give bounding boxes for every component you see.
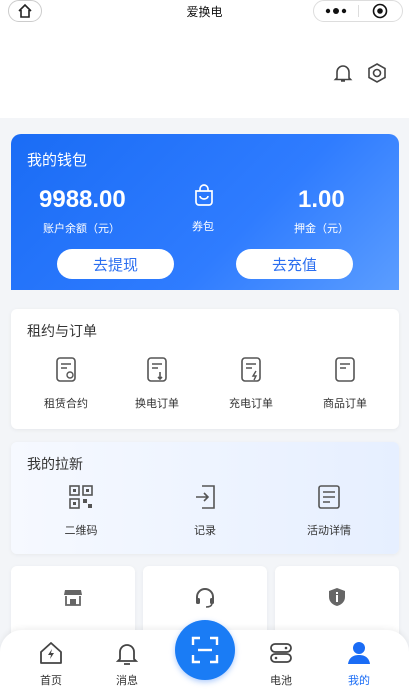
grid-item-activity-detail[interactable]: 活动详情 (284, 482, 374, 538)
grid-item-label: 活动详情 (307, 524, 351, 537)
grid-item-swap-order[interactable]: 换电订单 (112, 355, 202, 411)
tab-label: 消息 (116, 674, 138, 687)
grid-item-label: 二维码 (64, 524, 98, 537)
charge-order-icon (241, 357, 261, 382)
scan-icon (191, 636, 219, 664)
tab-label: 我的 (348, 674, 370, 687)
deposit-value[interactable]: 1.00 (298, 186, 345, 214)
navbar: 爱换电 (0, 0, 409, 24)
qrcode-icon (69, 485, 93, 509)
deposit-label: 押金（元） (294, 222, 349, 235)
info-icon (329, 588, 345, 606)
more-button[interactable] (314, 1, 358, 21)
balance-value[interactable]: 9988.00 (39, 186, 126, 214)
grid-item-contract[interactable]: 租赁合约 (21, 355, 111, 411)
scan-button[interactable] (175, 620, 235, 680)
grid-item-goods-order[interactable]: 商品订单 (300, 355, 390, 411)
tab-label: 首页 (40, 674, 62, 687)
battery-icon (270, 643, 292, 663)
tab-battery[interactable]: 电池 (251, 640, 311, 688)
grid-item-label: 商品订单 (323, 397, 367, 410)
recharge-button[interactable]: 去充值 (236, 249, 353, 279)
close-mini-program-button[interactable] (359, 1, 402, 21)
grid-item-label: 记录 (194, 524, 216, 537)
bell-icon[interactable] (332, 62, 354, 84)
withdraw-button[interactable]: 去提现 (57, 249, 174, 279)
home-icon (40, 642, 62, 664)
grid-item-label: 租赁合约 (44, 397, 88, 410)
coupon-bag-icon[interactable] (192, 184, 216, 208)
activity-detail-icon (318, 485, 340, 509)
wallet-title: 我的钱包 (27, 151, 88, 169)
target-icon (373, 3, 388, 19)
mini-program-capsule (313, 0, 403, 22)
tab-mine[interactable]: 我的 (329, 640, 389, 688)
invite-card: 我的拉新 二维码 记录 活动详情 (11, 442, 399, 554)
grid-item-qrcode[interactable]: 二维码 (36, 482, 126, 538)
record-icon (196, 485, 215, 509)
coupon-label[interactable]: 券包 (192, 218, 214, 234)
grid-item-label: 换电订单 (135, 397, 179, 410)
wallet-card: 我的钱包 9988.00 账户余额（元） 券包 1.00 押金（元） 去提现 去… (11, 134, 399, 290)
tab-label: 电池 (270, 674, 292, 687)
user-icon (348, 642, 370, 664)
tab-home[interactable]: 首页 (21, 640, 81, 688)
grid-item-record[interactable]: 记录 (160, 482, 250, 538)
orders-card: 租约与订单 租赁合约 换电订单 充电订单 商品订单 (11, 309, 399, 429)
invite-title: 我的拉新 (27, 457, 83, 473)
bell-icon (115, 644, 139, 665)
swap-order-icon (147, 357, 167, 382)
grid-item-charge-order[interactable]: 充电订单 (206, 355, 296, 411)
balance-label: 账户余额（元） (43, 222, 120, 235)
grid-item-label: 充电订单 (229, 397, 273, 410)
store-icon (64, 590, 82, 606)
contract-icon (56, 357, 76, 382)
more-dots-icon (325, 8, 347, 14)
settings-icon[interactable] (366, 62, 388, 84)
profile-header (0, 24, 409, 118)
tab-messages[interactable]: 消息 (97, 640, 157, 688)
goods-order-icon (335, 357, 355, 382)
orders-title: 租约与订单 (27, 324, 97, 340)
headset-icon (196, 588, 214, 608)
